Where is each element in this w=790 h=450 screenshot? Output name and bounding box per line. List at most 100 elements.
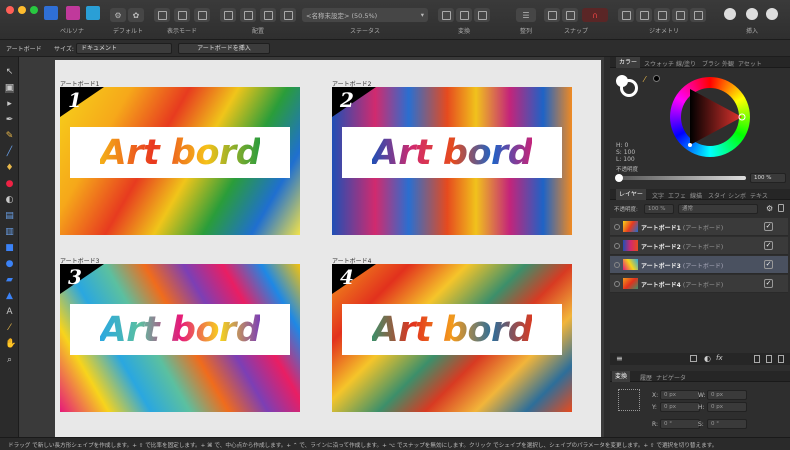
- r-field[interactable]: 0 °: [660, 419, 700, 429]
- default-button-1[interactable]: ⚙: [110, 8, 126, 22]
- w-field[interactable]: 0 px: [707, 390, 747, 400]
- tab-text[interactable]: 文字: [652, 191, 664, 200]
- layer-visible-checkbox[interactable]: ✓: [764, 279, 773, 288]
- tab-navigator[interactable]: ナビゲータ: [656, 373, 686, 382]
- geometry-button-3[interactable]: [654, 8, 670, 22]
- snap-button-2[interactable]: [562, 8, 578, 22]
- artboard-1[interactable]: 1 Art bord: [60, 87, 300, 235]
- vector-brush-icon[interactable]: ╱: [5, 148, 14, 157]
- pencil-tool-icon[interactable]: ✎: [5, 132, 14, 141]
- transparency-tool-icon[interactable]: ◐: [5, 196, 14, 205]
- rectangle-tool-icon[interactable]: ■: [5, 244, 14, 253]
- visibility-icon[interactable]: [614, 262, 620, 268]
- artboard-4[interactable]: 4 Art bord: [332, 264, 572, 412]
- zoom-tool-icon[interactable]: ⌕: [5, 356, 14, 365]
- hand-tool-icon[interactable]: ✋: [5, 340, 16, 349]
- tab-color[interactable]: カラー: [616, 57, 641, 68]
- tab-text-styles[interactable]: テキス: [750, 191, 768, 200]
- layer-row[interactable]: アートボード3 (アートボード) ✓: [610, 256, 788, 274]
- color-triangle[interactable]: [670, 77, 750, 157]
- layer-opacity-field[interactable]: 100 %: [644, 204, 674, 214]
- visibility-icon[interactable]: [614, 281, 620, 287]
- pixel-persona-icon[interactable]: [66, 6, 80, 20]
- align-button[interactable]: ☰: [516, 8, 536, 22]
- arrange-button-2[interactable]: [240, 8, 256, 22]
- delete-layer-icon[interactable]: [778, 355, 784, 363]
- tab-transform[interactable]: 変換: [612, 371, 631, 382]
- view-mode-button-2[interactable]: [174, 8, 190, 22]
- rounded-rectangle-icon[interactable]: ▰: [5, 276, 14, 285]
- ellipse-tool-icon[interactable]: ●: [5, 260, 14, 269]
- node-tool-icon[interactable]: ▸: [5, 100, 14, 109]
- tab-symbols[interactable]: シンボ: [728, 191, 746, 200]
- eyedropper-icon[interactable]: ⁄: [644, 75, 645, 84]
- artboard-tool-icon[interactable]: ▣: [5, 84, 14, 93]
- tab-stroke[interactable]: 線/塗り: [676, 59, 696, 68]
- fill-tool-icon[interactable]: ♦: [5, 164, 14, 173]
- insert-artboard-button[interactable]: アートボードを挿入: [178, 43, 270, 54]
- eyedropper-tool-icon[interactable]: ⁄: [5, 324, 14, 333]
- view-mode-button-3[interactable]: [194, 8, 210, 22]
- insert-image-icon[interactable]: [746, 8, 758, 20]
- zoom-window-button[interactable]: [30, 6, 38, 14]
- opacity-field[interactable]: 100 %: [750, 173, 786, 183]
- arrange-button-1[interactable]: [220, 8, 236, 22]
- visibility-icon[interactable]: [614, 243, 620, 249]
- color-wheel[interactable]: [670, 77, 750, 157]
- tab-assets[interactable]: アセット: [738, 59, 762, 68]
- blend-mode-dropdown[interactable]: 通常: [678, 204, 758, 214]
- layer-row[interactable]: アートボード4 (アートボード) ✓: [610, 275, 788, 293]
- fx-icon[interactable]: fx: [716, 354, 723, 362]
- artboard-2[interactable]: 2 Art bord: [332, 87, 572, 235]
- export-persona-icon[interactable]: [86, 6, 100, 20]
- tab-appearance[interactable]: 外観: [722, 59, 734, 68]
- tab-history[interactable]: 履歴: [640, 373, 652, 382]
- tab-swatches[interactable]: スウォッチ: [644, 59, 674, 68]
- h-field[interactable]: 0 px: [707, 402, 747, 412]
- pen-tool-icon[interactable]: ✒: [5, 116, 14, 125]
- status-dropdown[interactable]: <名称未設定> (50.5%) ▾: [302, 8, 428, 22]
- layer-row[interactable]: アートボード2 (アートボード) ✓: [610, 237, 788, 255]
- arrange-button-4[interactable]: [280, 8, 296, 22]
- transform-button-1[interactable]: [438, 8, 454, 22]
- layer-visible-checkbox[interactable]: ✓: [764, 241, 773, 250]
- triangle-tool-icon[interactable]: ▲: [5, 292, 14, 301]
- tab-strokes[interactable]: 線描: [690, 191, 702, 200]
- mask-icon[interactable]: [690, 355, 697, 362]
- x-field[interactable]: 0 px: [660, 390, 700, 400]
- visibility-icon[interactable]: [614, 224, 620, 230]
- geometry-button-1[interactable]: [618, 8, 634, 22]
- canvas[interactable]: アートボード1 1 Art bord アートボード2 2 Art bord アー…: [19, 57, 604, 437]
- default-button-2[interactable]: ✿: [128, 8, 144, 22]
- tab-styles[interactable]: スタイ: [708, 191, 726, 200]
- lock-icon[interactable]: [778, 204, 784, 212]
- snap-button-1[interactable]: [544, 8, 560, 22]
- y-field[interactable]: 0 px: [660, 402, 700, 412]
- fill-color-swatch[interactable]: [616, 75, 628, 87]
- view-mode-button-1[interactable]: [154, 8, 170, 22]
- layers-stack-icon[interactable]: ≡: [616, 354, 623, 363]
- close-window-button[interactable]: [6, 6, 14, 14]
- insert-shape-icon[interactable]: [766, 8, 778, 20]
- arrange-button-3[interactable]: [260, 8, 276, 22]
- layer-visible-checkbox[interactable]: ✓: [764, 222, 773, 231]
- settings-gear-icon[interactable]: ⚙: [766, 204, 773, 213]
- move-tool-icon[interactable]: ↖: [5, 68, 14, 77]
- geometry-button-2[interactable]: [636, 8, 652, 22]
- layer-row[interactable]: アートボード1 (アートボード) ✓: [610, 218, 788, 236]
- s-field[interactable]: 0 °: [707, 419, 747, 429]
- tab-brushes[interactable]: ブラシ: [702, 59, 720, 68]
- transform-button-2[interactable]: [456, 8, 472, 22]
- tab-layers[interactable]: レイヤー: [616, 189, 646, 200]
- artboard-3[interactable]: 3 Art bord: [60, 264, 300, 412]
- text-tool-icon[interactable]: A: [5, 308, 14, 317]
- minimize-window-button[interactable]: [18, 6, 26, 14]
- add-layer-icon[interactable]: [754, 355, 760, 363]
- tab-effects[interactable]: エフェ: [668, 191, 686, 200]
- geometry-button-5[interactable]: [690, 8, 706, 22]
- anchor-selector[interactable]: [618, 389, 640, 411]
- place-image-icon[interactable]: ▤: [5, 212, 14, 221]
- size-dropdown[interactable]: ドキュメント: [76, 43, 172, 54]
- snapping-toggle[interactable]: ∩: [582, 8, 608, 22]
- group-layer-icon[interactable]: [766, 355, 772, 363]
